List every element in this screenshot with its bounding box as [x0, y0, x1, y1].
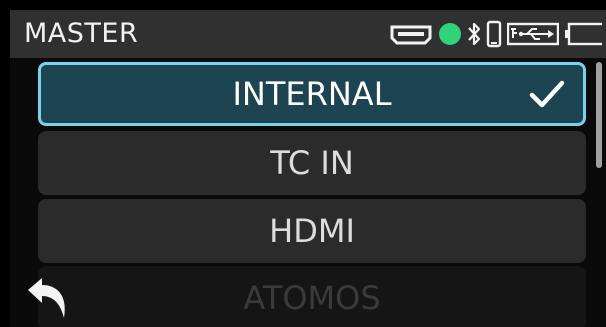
back-icon[interactable] [24, 274, 74, 322]
list-item-label: ATOMOS [243, 279, 381, 317]
scrollbar[interactable] [596, 62, 602, 168]
list-item-label: HDMI [269, 212, 355, 250]
hdmi-icon [390, 25, 432, 45]
page-title: MASTER [24, 18, 139, 49]
bluetooth-icon [468, 22, 481, 46]
battery-icon [565, 22, 602, 46]
status-icons [389, 18, 602, 50]
list-item-internal[interactable]: INTERNAL [38, 62, 586, 126]
checkmark-icon [529, 80, 565, 108]
list-item-atomos[interactable]: ATOMOS [38, 266, 586, 327]
list-item-label: TC IN [270, 144, 354, 182]
device-screen: MASTER INTERNAL TC IN HDMI ATOMOS [10, 10, 606, 327]
list-item-label: INTERNAL [232, 75, 392, 113]
status-dot-icon [439, 23, 461, 45]
title-bar: MASTER [10, 10, 606, 58]
list-item-tc-in[interactable]: TC IN [38, 131, 586, 195]
usb-power-icon [507, 22, 559, 46]
phone-icon [486, 20, 502, 48]
list-item-hdmi[interactable]: HDMI [38, 199, 586, 263]
